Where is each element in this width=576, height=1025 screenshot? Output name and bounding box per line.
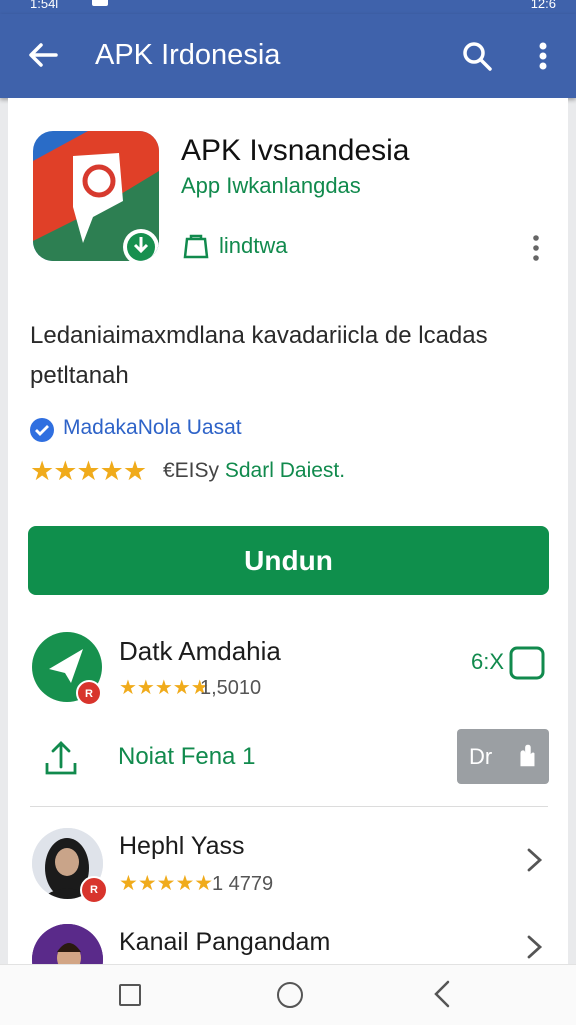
related-app-action-label: 6:X <box>471 649 505 674</box>
developer-name[interactable]: App Iwkanlangdas <box>181 173 361 199</box>
home-icon[interactable] <box>277 982 303 1008</box>
app-name: APK Ivsnandesia <box>181 134 410 167</box>
reviewer-badge: R <box>80 876 108 904</box>
app-description: Ledaniaimaxmdlana kavadariicla de lcadas… <box>30 322 488 389</box>
related-badge: R <box>85 688 93 700</box>
reviewer-rating-count: 1 4779 <box>212 873 274 895</box>
install-button[interactable]: Undun <box>28 526 549 595</box>
notification-icon <box>92 0 108 6</box>
search-icon[interactable] <box>460 39 494 73</box>
toggle-icon <box>509 646 545 680</box>
reviewer-name[interactable]: Hephl Yass <box>119 832 245 861</box>
app-bar: APK Irdonesia <box>0 14 576 98</box>
verified-check-icon <box>30 418 54 442</box>
back-arrow-icon[interactable] <box>26 38 60 72</box>
reviewer-name[interactable]: Kanail Pangandam <box>119 928 330 957</box>
rating-prefix: €EISy <box>163 459 220 482</box>
hand-icon <box>520 744 535 767</box>
related-app-action[interactable]: 6:X <box>471 645 547 681</box>
rating-text: €EISy Sdarl Daiest. <box>163 459 345 483</box>
app-icon[interactable] <box>33 131 159 261</box>
system-nav-bar <box>0 964 576 1025</box>
chevron-right-icon[interactable] <box>522 846 546 874</box>
more-options-icon[interactable] <box>528 38 558 74</box>
nav-back-icon[interactable] <box>431 979 453 1009</box>
related-app-stars: ★★★★★ <box>119 677 209 699</box>
related-app-name[interactable]: Datk Amdahia <box>119 636 281 667</box>
related-app-rating-count: 1,5010 <box>200 677 262 699</box>
verified-label: MadakaNola Uasat <box>63 416 242 439</box>
upload-icon[interactable] <box>44 737 78 777</box>
reviewer-stars: ★★★★★ <box>119 872 214 895</box>
related-app-icon[interactable]: R <box>31 631 103 705</box>
related-subline: Noiat Fena 1 <box>118 743 256 770</box>
rating-stars: ★★★★★ <box>30 456 147 486</box>
rating-suffix: Sdarl Daiest. <box>224 459 346 482</box>
recents-icon[interactable] <box>119 984 141 1006</box>
tag-icon <box>183 234 209 259</box>
app-tag-label: lindtwa <box>219 233 288 258</box>
app-more-icon[interactable] <box>528 232 544 264</box>
chevron-right-icon[interactable] <box>522 933 546 961</box>
page-title: APK Irdonesia <box>95 39 281 71</box>
status-time: 12:6 <box>530 0 556 11</box>
status-left: 1:54l <box>30 0 59 11</box>
status-bar: 1:54l 12:6 <box>0 0 576 14</box>
secondary-action-button[interactable]: Dr <box>457 729 549 784</box>
secondary-action-label: Dr <box>469 744 493 769</box>
section-divider <box>30 806 548 807</box>
